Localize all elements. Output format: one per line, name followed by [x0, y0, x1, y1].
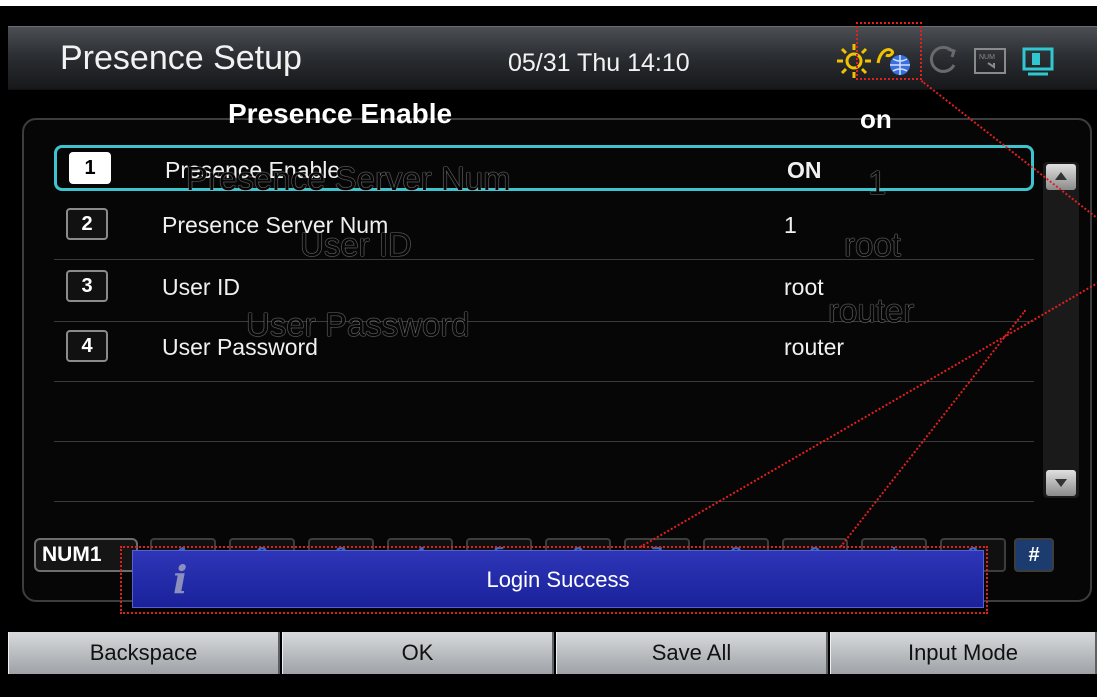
softkey-bar: Backspace OK Save All Input Mode [8, 632, 1097, 674]
monitor-icon [1022, 47, 1054, 76]
annotation-user-password: User Password [246, 306, 470, 343]
highlight-box-presence-icon [856, 22, 922, 80]
annotation-value-1: 1 [868, 164, 887, 201]
scrollbar[interactable] [1043, 162, 1079, 498]
empty-row [54, 442, 1034, 502]
date-time: 05/31 Thu 14:10 [508, 49, 690, 77]
annotation-user-id: User ID [300, 226, 412, 263]
ok-button[interactable]: OK [282, 632, 554, 674]
annotation-value-router: router [828, 292, 915, 329]
scroll-up-button[interactable] [1046, 164, 1076, 190]
row-index: 1 [69, 152, 111, 184]
annotation-value: on [860, 104, 892, 134]
title-bar: Presence Setup 05/31 Thu 14:10 NUM [8, 26, 1097, 90]
annotation-value-root: root [844, 226, 901, 263]
row-index: 3 [66, 270, 108, 302]
key-hash[interactable]: # [1014, 538, 1054, 572]
svg-text:NUM: NUM [979, 54, 995, 61]
num-keypad-icon: NUM [974, 48, 1006, 74]
input-mode-button[interactable]: Input Mode [830, 632, 1097, 674]
empty-row [54, 382, 1034, 442]
setting-row-user-password[interactable]: 4 User Password router [54, 322, 1034, 382]
highlight-box-toast [120, 546, 988, 614]
row-label: User ID [162, 274, 240, 300]
top-edge [0, 0, 1097, 6]
scroll-down-button[interactable] [1046, 470, 1076, 496]
row-value: router [784, 334, 845, 360]
backspace-button[interactable]: Backspace [8, 632, 280, 674]
page-title: Presence Setup [60, 39, 302, 77]
row-value: 1 [784, 212, 797, 238]
annotation-server-num: Presence Server Num [186, 160, 511, 197]
row-value: ON [787, 157, 822, 183]
row-value: root [784, 274, 824, 300]
row-index: 4 [66, 330, 108, 362]
annotation-title: Presence Enable [228, 98, 453, 129]
row-index: 2 [66, 208, 108, 240]
sync-icon [929, 45, 956, 73]
save-all-button[interactable]: Save All [556, 632, 828, 674]
